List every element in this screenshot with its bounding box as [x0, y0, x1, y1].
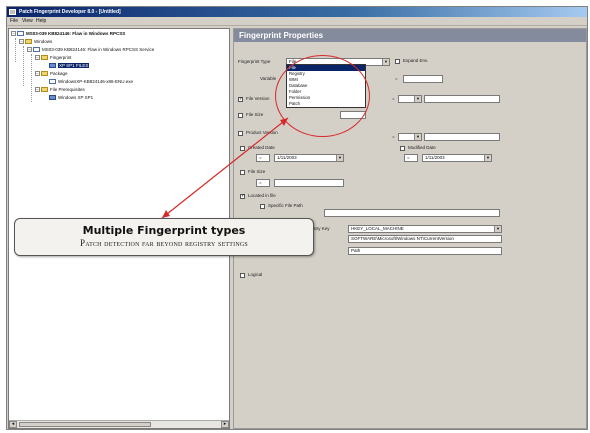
document-icon — [17, 31, 24, 37]
expand-env-label: Expand Env. — [403, 58, 429, 63]
package-icon — [49, 79, 56, 85]
horizontal-scrollbar[interactable]: ◂ ▸ — [9, 420, 229, 428]
chevron-down-icon[interactable]: ▼ — [414, 134, 421, 140]
created-date-input[interactable]: 1/11/2003 ▼ — [274, 154, 344, 162]
callout-subtext: Patch detection far beyond registry sett… — [80, 238, 248, 248]
specific-path-label: Specific File Path — [268, 203, 303, 208]
operator-label-2: = — [392, 134, 395, 139]
annotation-callout: Multiple Fingerprint types Patch detecti… — [14, 218, 314, 256]
chevron-down-icon[interactable]: ▼ — [494, 226, 501, 232]
callout-heading: Multiple Fingerprint types — [82, 224, 246, 237]
document-icon — [33, 47, 40, 53]
file-size-chk-label: File Size — [248, 169, 266, 174]
eq-label: = — [395, 76, 398, 81]
file-size-op[interactable]: = — [256, 179, 270, 187]
variable-label: Variable — [260, 76, 277, 81]
panel-title: Fingerprint Properties — [234, 29, 586, 42]
menu-bar: File View Help — [7, 17, 587, 26]
file-size-label: File Size — [246, 112, 264, 117]
scroll-thumb[interactable] — [19, 422, 151, 427]
created-date-label: Created Date — [248, 145, 275, 150]
collapse-toggle-icon[interactable]: − — [19, 39, 24, 45]
tree-node-xp-sp1[interactable]: Windows XP SP1 — [49, 94, 93, 102]
scroll-left-icon[interactable]: ◂ — [9, 421, 17, 428]
specific-path-input[interactable] — [324, 209, 500, 217]
collapse-toggle-icon[interactable]: − — [11, 31, 16, 37]
file-size-value-input[interactable] — [274, 179, 344, 187]
menu-help[interactable]: Help — [36, 18, 46, 25]
product-version-label: Product Version — [246, 130, 278, 135]
modified-date-label: Modified Date — [408, 145, 436, 150]
tree-node-package-file[interactable]: WindowsXP-KB824146-x86-ENU.exe — [49, 78, 133, 86]
tree-node-fingerprint[interactable]: − Fingerprint — [35, 54, 72, 62]
tree-node-xp-sp1-files[interactable]: XP SP1 FILES — [49, 62, 90, 70]
product-version-op-select[interactable]: ▼ — [398, 133, 422, 141]
registry-path-input[interactable]: SOFTWARE\Microsoft\Windows NT\CurrentVer… — [348, 235, 502, 243]
menu-file[interactable]: File — [10, 18, 18, 25]
file-version-input[interactable] — [424, 95, 500, 103]
expand-env-checkbox[interactable] — [395, 59, 400, 64]
folder-icon — [41, 87, 48, 93]
chevron-down-icon[interactable]: ▼ — [414, 96, 421, 102]
scroll-right-icon[interactable]: ▸ — [221, 421, 229, 428]
tree-node-patch[interactable]: − MS03-039 KB824146: Flaw in Windows RPCS… — [27, 46, 154, 54]
menu-view[interactable]: View — [22, 18, 33, 25]
chevron-down-icon[interactable]: ▼ — [382, 59, 389, 65]
created-date-op[interactable]: = — [256, 154, 270, 162]
logical-checkbox[interactable] — [240, 273, 245, 278]
modified-date-checkbox[interactable] — [400, 146, 405, 151]
chevron-down-icon[interactable]: ▼ — [484, 155, 491, 161]
chevron-down-icon[interactable]: ▼ — [336, 155, 343, 161]
collapse-toggle-icon[interactable]: − — [35, 71, 40, 77]
product-version-checkbox[interactable] — [238, 131, 243, 136]
product-version-input[interactable] — [424, 133, 500, 141]
fingerprint-type-label: Fingerprint Type — [238, 59, 271, 64]
file-size-chk-checkbox[interactable] — [240, 170, 245, 175]
tree-node-prerequisites[interactable]: − File Prerequisites — [35, 86, 85, 94]
registry-key-select[interactable]: HKEY_LOCAL_MACHINE ▼ — [348, 225, 502, 233]
located-label: Located in file — [248, 193, 276, 198]
created-date-checkbox[interactable] — [240, 146, 245, 151]
located-checkbox[interactable] — [240, 193, 245, 199]
collapse-toggle-icon[interactable]: − — [27, 47, 32, 53]
title-bar: Patch Fingerprint Developer 8.0 - [Untit… — [7, 7, 587, 17]
registry-value-input[interactable]: Path — [348, 247, 502, 255]
file-size-checkbox[interactable] — [238, 113, 243, 118]
modified-date-op[interactable]: = — [404, 154, 418, 162]
collapse-toggle-icon[interactable]: − — [35, 55, 40, 61]
operator-label: = — [392, 96, 395, 101]
logical-label: Logical — [248, 272, 263, 277]
collapse-toggle-icon[interactable]: − — [35, 87, 40, 93]
variable-extra-input[interactable] — [403, 75, 443, 83]
window-title: Patch Fingerprint Developer 8.0 - [Untit… — [19, 9, 121, 15]
app-icon — [9, 9, 16, 15]
file-version-op-select[interactable]: ▼ — [398, 95, 422, 103]
folder-icon — [25, 39, 32, 45]
file-version-label: File Version — [246, 96, 270, 101]
tree-root[interactable]: − MS03-039 KB824146: Flaw in Windows RPCS… — [11, 30, 125, 38]
tree-node-windows[interactable]: − Windows — [19, 38, 52, 46]
modified-date-input[interactable]: 1/11/2003 ▼ — [422, 154, 492, 162]
folder-icon — [41, 71, 48, 77]
tree-node-package[interactable]: − Package — [35, 70, 68, 78]
specific-path-radio[interactable] — [260, 204, 265, 209]
fingerprint-icon — [49, 63, 56, 69]
folder-icon — [41, 55, 48, 61]
file-version-checkbox[interactable] — [238, 96, 243, 102]
fingerprint-icon — [49, 95, 56, 101]
highlight-oval — [275, 55, 370, 137]
